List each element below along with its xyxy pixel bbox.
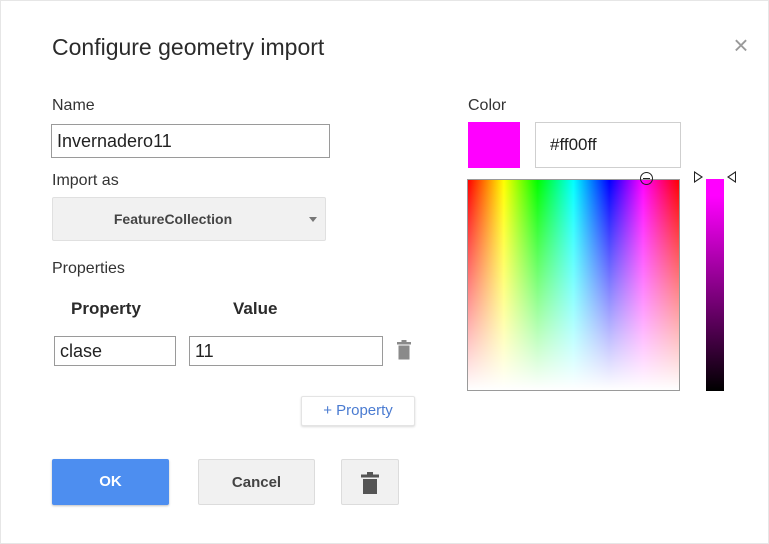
import-as-value: FeatureCollection xyxy=(113,211,233,227)
color-hex-input[interactable] xyxy=(535,122,681,168)
trash-icon xyxy=(361,472,379,494)
value-column-header: Value xyxy=(233,299,278,318)
name-label: Name xyxy=(52,97,95,114)
slider-handle-left-icon[interactable] xyxy=(694,171,703,183)
delete-button[interactable] xyxy=(341,459,399,505)
import-as-label: Import as xyxy=(52,172,119,189)
trash-icon[interactable] xyxy=(397,340,411,360)
property-column-header: Property xyxy=(71,299,141,318)
property-value-input[interactable] xyxy=(189,336,383,366)
color-label: Color xyxy=(468,97,507,114)
import-as-select[interactable]: FeatureCollection xyxy=(52,197,326,241)
color-swatch xyxy=(468,122,520,168)
color-saturation-picker[interactable] xyxy=(467,179,680,391)
dialog-title: Configure geometry import xyxy=(52,34,325,60)
ok-button[interactable]: OK xyxy=(52,459,169,505)
property-key-input[interactable] xyxy=(54,336,176,366)
picker-cursor-handle[interactable] xyxy=(640,172,653,185)
lightness-slider[interactable] xyxy=(706,179,724,391)
configure-geometry-import-dialog: Configure geometry import × Name Import … xyxy=(0,0,769,544)
close-icon[interactable]: × xyxy=(728,32,754,58)
chevron-down-icon xyxy=(309,217,317,222)
properties-label: Properties xyxy=(52,260,125,277)
name-input[interactable] xyxy=(51,124,330,158)
slider-handle-right-icon[interactable] xyxy=(727,171,736,183)
add-property-button[interactable]: + Property xyxy=(301,396,415,426)
cancel-button[interactable]: Cancel xyxy=(198,459,315,505)
